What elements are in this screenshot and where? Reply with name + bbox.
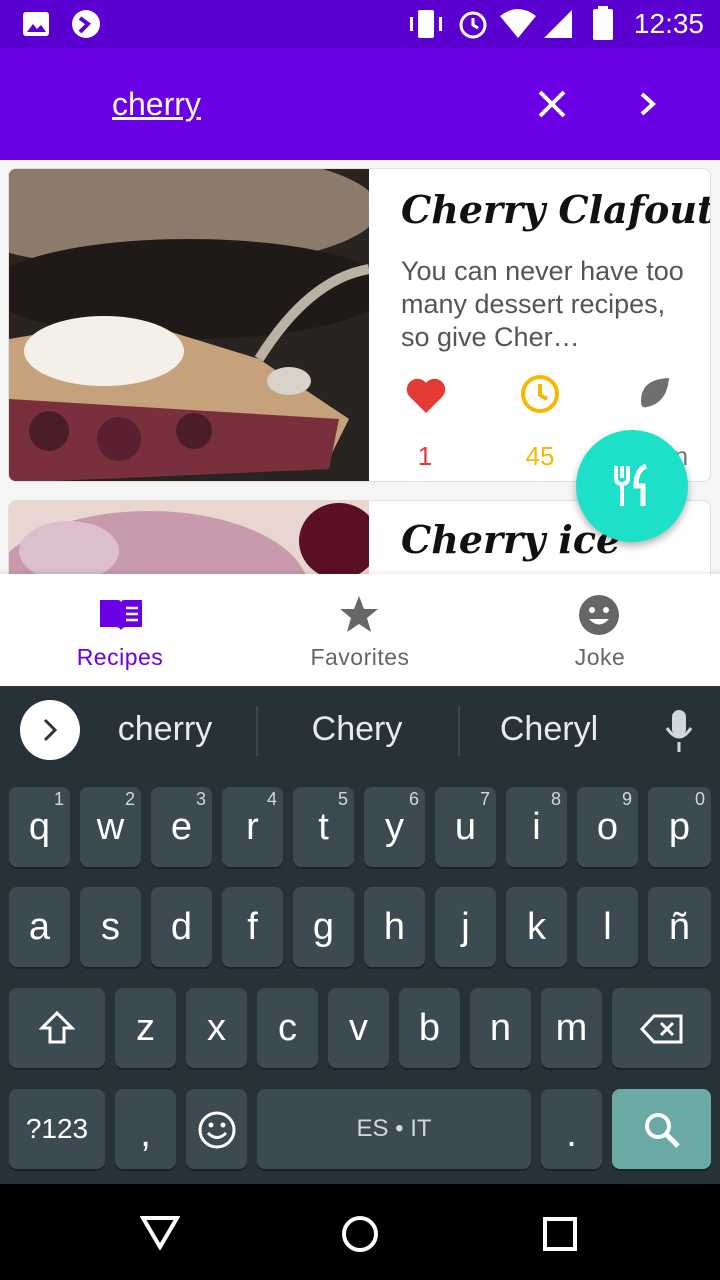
suggestion-2[interactable]: Chery (282, 710, 432, 749)
key-x[interactable]: x (186, 988, 247, 1068)
recipe-description: You can never have too many dessert reci… (401, 256, 684, 352)
key-w[interactable]: w2 (80, 787, 141, 867)
key-t[interactable]: t5 (293, 787, 354, 867)
period-key[interactable]: . (541, 1089, 602, 1169)
suggestion-1[interactable]: cherry (90, 710, 240, 749)
key-a[interactable]: a (9, 887, 70, 967)
key-o[interactable]: o9 (577, 787, 638, 867)
wifi-icon (500, 9, 536, 38)
recipe-image (9, 501, 369, 574)
shift-icon (39, 1010, 75, 1044)
submit-search-button[interactable] (636, 90, 660, 118)
key-g[interactable]: g (293, 887, 354, 967)
key-f[interactable]: f (222, 887, 283, 967)
key-b[interactable]: b (399, 988, 460, 1068)
recents-icon[interactable] (542, 1216, 578, 1252)
restaurant-icon (614, 464, 648, 506)
key-r[interactable]: r4 (222, 787, 283, 867)
meal-fab-button[interactable] (576, 430, 688, 542)
nav-label-recipes: Recipes (76, 644, 164, 670)
search-icon (645, 1113, 680, 1148)
suggestion-strip: cherry Chery Cheryl (0, 686, 720, 776)
chevron-right-icon (43, 718, 58, 742)
recipe-image (9, 169, 369, 481)
key-d[interactable]: d (151, 887, 212, 967)
search-key[interactable] (612, 1089, 711, 1169)
likes-count: 1 (417, 441, 433, 471)
recipe-title: Cherry Clafouti (401, 187, 711, 232)
key-l[interactable]: l (577, 887, 638, 967)
smiley-icon (579, 595, 619, 635)
alarm-icon (459, 11, 487, 39)
key-n[interactable]: n (470, 988, 531, 1068)
star-icon (340, 596, 378, 632)
minutes-count: 45 (525, 441, 555, 471)
heart-icon[interactable] (405, 377, 447, 415)
symbols-key[interactable]: ?123 (9, 1089, 105, 1169)
key-n-tilde[interactable]: ñ (648, 887, 711, 967)
book-icon (100, 600, 142, 630)
nav-item-joke[interactable]: Joke (480, 574, 720, 686)
suggestion-divider (256, 706, 258, 756)
key-k[interactable]: k (506, 887, 567, 967)
suggestion-3[interactable]: Cheryl (474, 710, 624, 749)
key-v[interactable]: v (328, 988, 389, 1068)
key-h[interactable]: h (364, 887, 425, 967)
signal-icon (544, 10, 572, 38)
emoji-key[interactable] (186, 1089, 247, 1169)
soft-keyboard: cherry Chery Cheryl q1 w2 e3 r4 t5 y6 u7… (0, 686, 720, 1184)
app-notification-icon (72, 10, 100, 38)
back-icon[interactable] (140, 1214, 180, 1250)
status-bar: 12:35 (0, 0, 720, 48)
key-e[interactable]: e3 (151, 787, 212, 867)
key-m[interactable]: m (541, 988, 602, 1068)
status-time: 12:35 (633, 8, 704, 39)
system-navigation-bar (0, 1184, 720, 1280)
bottom-navigation: Recipes Favorites Joke (0, 574, 720, 686)
nav-label-joke: Joke (574, 644, 626, 670)
key-s[interactable]: s (80, 887, 141, 967)
search-input[interactable]: cherry (112, 86, 201, 123)
emoji-icon (198, 1111, 236, 1149)
backspace-key[interactable] (612, 988, 711, 1068)
battery-icon (593, 6, 613, 40)
key-z[interactable]: z (115, 988, 176, 1068)
suggestion-divider (458, 706, 460, 756)
key-u[interactable]: u7 (435, 787, 496, 867)
clear-search-button[interactable] (536, 88, 568, 120)
home-icon[interactable] (340, 1214, 380, 1254)
clock-icon (521, 375, 559, 413)
key-q[interactable]: q1 (9, 787, 70, 867)
recipe-card[interactable]: Cherry Clafouti You can never have too m… (8, 168, 711, 482)
recipe-title: Cherry ice (401, 517, 621, 562)
comma-key[interactable]: , (115, 1089, 176, 1169)
nav-item-favorites[interactable]: Favorites (240, 574, 480, 686)
backspace-icon (640, 1014, 683, 1044)
key-j[interactable]: j (435, 887, 496, 967)
shift-key[interactable] (9, 988, 105, 1068)
nav-label-favorites: Favorites (310, 644, 410, 670)
nav-item-recipes[interactable]: Recipes (0, 574, 240, 686)
expand-suggestions-button[interactable] (20, 700, 80, 760)
app-bar: cherry (0, 48, 720, 160)
key-y[interactable]: y6 (364, 787, 425, 867)
image-icon (23, 12, 49, 36)
leaf-icon (641, 378, 669, 408)
key-p[interactable]: p0 (648, 787, 711, 867)
key-i[interactable]: i8 (506, 787, 567, 867)
space-key[interactable]: ES • IT (257, 1089, 531, 1169)
vibrate-icon (410, 10, 442, 38)
key-c[interactable]: c (257, 988, 318, 1068)
microphone-icon[interactable] (664, 708, 694, 754)
